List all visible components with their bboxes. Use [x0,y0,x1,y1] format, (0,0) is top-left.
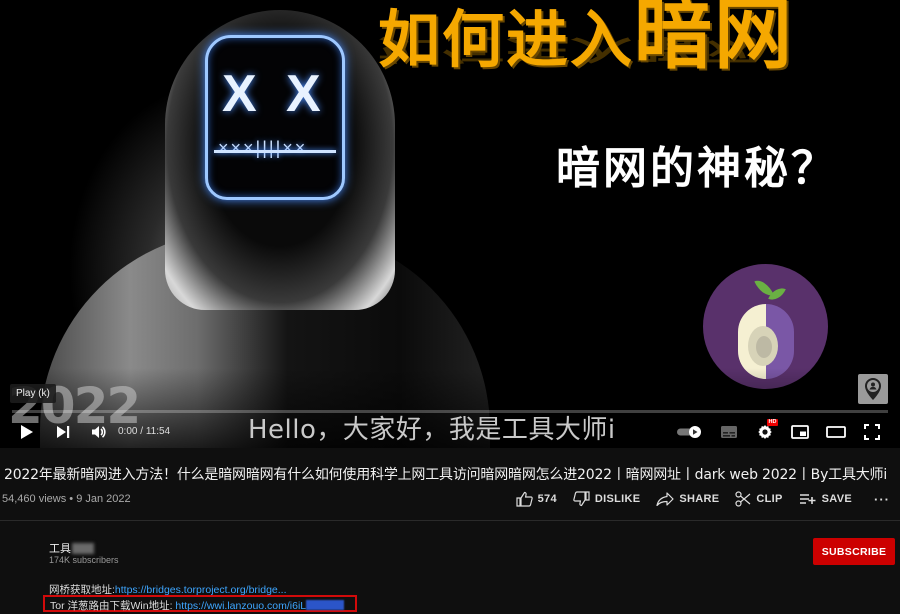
like-count: 574 [537,493,557,505]
time-display: 0:00 / 11:54 [118,426,171,437]
view-count: 54,460 views [2,493,67,505]
video-actions: 574 DISLIKE SHARE CLIP SAVE ··· [500,491,890,507]
time-total: 11:54 [145,426,171,437]
tor-download-link[interactable]: https://wwi.lanzouo.com/i6iL [175,600,306,612]
play-button[interactable] [16,421,38,443]
video-player[interactable]: X X ×××||||×× 如何进入暗网 如何进入暗网 暗网的神秘？ 2022 [0,0,900,448]
more-icon: ··· [874,491,890,507]
channel-name[interactable]: 工具 [49,540,94,556]
theater-mode-icon [826,426,846,438]
settings-button[interactable]: HD [754,419,778,443]
thumbnail-subheadline: 暗网的神秘？ [556,143,838,194]
section-divider [0,520,900,521]
hd-badge: HD [767,419,778,426]
video-meta: 54,460 views • 9 Jan 2022 [2,493,131,505]
autoplay-toggle-icon [677,426,701,438]
blurred-name [72,542,94,554]
progress-bar[interactable] [12,410,888,413]
thumbnail-headline: 如何进入暗网 [378,0,794,81]
save-button[interactable]: SAVE [799,493,852,505]
thumbs-down-icon [573,491,590,507]
play-tooltip: Play (k) [10,384,56,403]
theater-mode-button[interactable] [824,421,848,443]
playlist-add-icon [799,494,816,504]
redacted-link-portion [306,600,345,610]
subscribe-button[interactable]: SUBSCRIBE [813,538,895,565]
volume-button[interactable] [88,421,110,443]
play-icon [21,425,33,439]
mask-eye-right: X [286,65,321,123]
closed-caption: Hello，大家好，我是工具大师i [248,415,616,445]
led-mask: X X ×××||||×× [205,35,345,200]
mask-mouth [214,150,336,153]
tor-download-label: Tor 洋葱路由下载Win地址: [50,600,176,612]
miniplayer-button[interactable] [789,421,811,443]
fullscreen-button[interactable] [861,421,883,443]
clip-button[interactable]: CLIP [735,491,782,507]
more-actions-button[interactable]: ··· [874,492,890,507]
location-person-icon [865,378,881,400]
volume-icon [92,426,106,438]
share-icon [656,492,674,506]
subscriber-count: 174K subscribers [49,555,119,565]
fullscreen-icon [864,424,880,440]
time-current: 0:00 [118,426,138,437]
video-title: 2022年最新暗网进入方法！什么是暗网暗网有什么如何使用科学上网工具访问暗网暗网… [4,467,888,483]
mask-eye-left: X [222,65,257,123]
headline-part1: 如何进入 [378,3,635,76]
thumbs-up-icon [516,491,533,507]
description-line-tor-download: Tor 洋葱路由下载Win地址: https://wwi.lanzouo.com… [43,595,357,612]
like-button[interactable]: 574 [516,491,557,507]
miniplayer-icon [791,425,809,439]
headline-part2: 暗网 [634,0,795,80]
next-icon [57,426,70,438]
channel-watermark-button[interactable] [858,374,888,404]
publish-date: 9 Jan 2022 [76,493,131,505]
subtitles-button[interactable] [718,421,740,443]
autoplay-toggle[interactable] [676,421,704,443]
share-button[interactable]: SHARE [656,492,719,506]
scissors-icon [735,491,751,507]
next-button[interactable] [52,421,74,443]
dislike-button[interactable]: DISLIKE [573,491,641,507]
subtitles-icon [721,426,737,438]
mask-stitches: ×××||||×× [218,138,308,158]
